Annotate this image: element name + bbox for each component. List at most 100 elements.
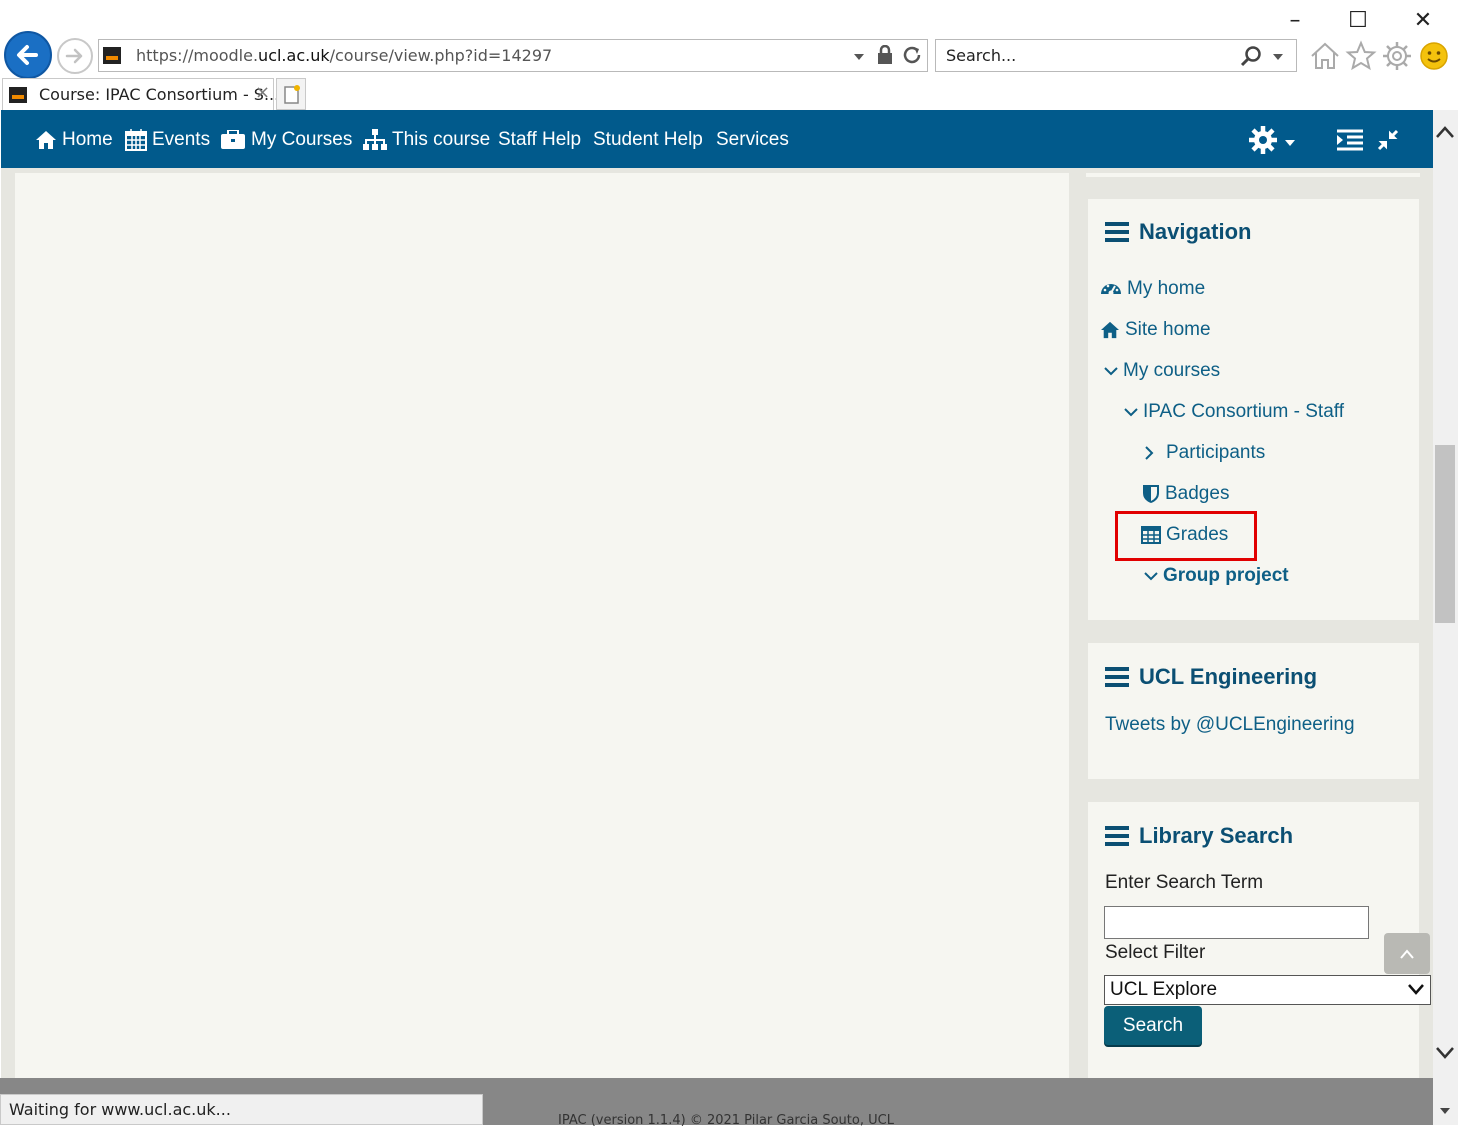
address-bar[interactable]: https://moodle.ucl.ac.uk/course/view.php… (98, 39, 928, 72)
tab-course[interactable]: Course: IPAC Consortium - S... × (2, 78, 279, 110)
briefcase-icon (221, 130, 245, 149)
select-filter-label: Select Filter (1105, 942, 1206, 963)
ucl-engineering-block: UCL Engineering (1088, 643, 1419, 779)
smiley-icon[interactable] (1418, 40, 1450, 72)
navbar-this-course-label: This course (392, 129, 491, 150)
navbar-events-label: Events (152, 129, 211, 150)
nav-badges[interactable]: Badges (1142, 483, 1229, 505)
forward-button[interactable] (57, 38, 93, 74)
nav-course-ipac[interactable]: IPAC Consortium - Staff (1124, 401, 1344, 423)
maximize-button[interactable]: ☐ (1345, 8, 1371, 34)
shield-icon (1143, 485, 1159, 503)
tweets-link[interactable]: Tweets by @UCLEngineering (1105, 714, 1355, 736)
browser-search-box[interactable]: Search... (935, 39, 1297, 72)
collapse-icon[interactable] (1377, 129, 1399, 151)
new-tab-button[interactable] (276, 78, 306, 110)
home-icon (36, 131, 56, 149)
ucl-engineering-title-label: UCL Engineering (1139, 664, 1318, 689)
navbar-events[interactable]: Events (125, 128, 210, 152)
main-content-area (15, 173, 1069, 1078)
forward-arrow-icon (65, 48, 83, 64)
tab-title: Course: IPAC Consortium - S... (39, 85, 280, 104)
search-term-input[interactable] (1104, 906, 1369, 939)
home-icon (1101, 321, 1119, 339)
navigation-block-title-label: Navigation (1139, 219, 1252, 244)
home-icon[interactable] (1309, 40, 1341, 72)
browser-chrome: – ☐ ✕ https://moodle.ucl.ac.uk/course/vi… (0, 0, 1458, 110)
filter-select[interactable]: UCL Explore (1104, 975, 1431, 1005)
tab-favicon (9, 87, 27, 103)
sitemap-icon (363, 129, 387, 150)
navbar-this-course[interactable]: This course (363, 128, 490, 152)
chevron-down-icon (1104, 367, 1118, 376)
navbar-student-help[interactable]: Student Help (593, 128, 703, 152)
nav-site-home-label: Site home (1125, 319, 1211, 340)
site-favicon (103, 47, 121, 64)
search-dropdown-icon[interactable] (1272, 53, 1284, 61)
navbar-staff-help[interactable]: Staff Help (498, 128, 581, 152)
scroll-down-small-icon[interactable] (1439, 1107, 1451, 1115)
refresh-icon[interactable] (901, 44, 923, 66)
navbar-my-courses-label: My Courses (251, 129, 353, 150)
dropdown-arrow-icon[interactable] (853, 53, 865, 61)
menu-icon (1105, 222, 1129, 242)
caret-down-icon (1285, 140, 1295, 146)
back-arrow-icon (17, 45, 38, 65)
dashboard-icon (1101, 284, 1121, 296)
top-navbar: Home Events My Courses This course Staff… (1, 110, 1433, 168)
status-bar: Waiting for www.ucl.ac.uk... (0, 1094, 483, 1125)
chevron-down-icon (1124, 408, 1138, 417)
grades-highlight-box (1115, 511, 1257, 561)
inner-scrollbar[interactable] (1433, 1078, 1458, 1125)
navbar-my-courses[interactable]: My Courses (220, 128, 352, 152)
browser-search-placeholder: Search... (946, 46, 1017, 65)
navbar-staff-help-label: Staff Help (498, 129, 582, 150)
tab-close-button[interactable]: × (255, 82, 270, 103)
search-icon[interactable] (1240, 45, 1262, 67)
chevron-up-icon (1400, 949, 1414, 959)
status-text: Waiting for www.ucl.ac.uk... (9, 1100, 231, 1119)
nav-site-home[interactable]: Site home (1100, 319, 1211, 341)
nav-participants[interactable]: Participants (1143, 442, 1265, 464)
filter-select-value: UCL Explore (1110, 979, 1218, 1000)
url-text[interactable]: https://moodle.ucl.ac.uk/course/view.php… (136, 46, 552, 65)
gear-icon[interactable] (1381, 40, 1413, 72)
settings-gear-icon (1249, 126, 1277, 154)
block-top-edge (1086, 173, 1420, 177)
new-tab-icon (284, 85, 300, 104)
nav-my-courses[interactable]: My courses (1104, 360, 1220, 382)
calendar-icon (125, 129, 147, 151)
scroll-up-icon[interactable] (1435, 125, 1455, 139)
navbar-student-help-label: Student Help (593, 129, 703, 150)
tab-bar: Course: IPAC Consortium - S... × (0, 76, 1458, 110)
search-term-label: Enter Search Term (1105, 872, 1264, 893)
nav-my-home[interactable]: My home (1100, 278, 1205, 300)
navbar-home[interactable]: Home (35, 128, 113, 152)
nav-group-project[interactable]: Group project (1144, 565, 1289, 587)
settings-menu-button[interactable] (1247, 124, 1297, 156)
nav-group-project-label: Group project (1163, 565, 1289, 586)
scrollbar-thumb[interactable] (1435, 445, 1455, 623)
back-to-top-button[interactable] (1384, 933, 1430, 974)
navigation-block-title[interactable]: Navigation (1105, 219, 1251, 245)
chevron-right-icon (1145, 446, 1154, 460)
ucl-engineering-block-title[interactable]: UCL Engineering (1105, 664, 1317, 690)
library-search-button[interactable]: Search (1104, 1006, 1202, 1045)
library-search-block-title[interactable]: Library Search (1105, 823, 1293, 849)
minimize-button[interactable]: – (1282, 8, 1308, 34)
scroll-down-icon[interactable] (1435, 1046, 1455, 1060)
chevron-down-icon (1144, 572, 1158, 581)
nav-course-ipac-label: IPAC Consortium - Staff (1143, 401, 1344, 422)
star-icon[interactable] (1345, 40, 1377, 72)
menu-icon (1105, 826, 1129, 846)
close-window-button[interactable]: ✕ (1410, 8, 1436, 34)
navbar-home-label: Home (62, 129, 113, 150)
navbar-services[interactable]: Services (716, 128, 789, 152)
nav-badges-label: Badges (1165, 483, 1230, 504)
lock-icon[interactable] (877, 45, 893, 65)
nav-my-courses-label: My courses (1123, 360, 1221, 381)
sidebar-toggle-icon[interactable] (1336, 129, 1364, 151)
menu-icon (1105, 667, 1129, 687)
navbar-services-label: Services (716, 129, 789, 150)
back-button[interactable] (4, 31, 52, 79)
